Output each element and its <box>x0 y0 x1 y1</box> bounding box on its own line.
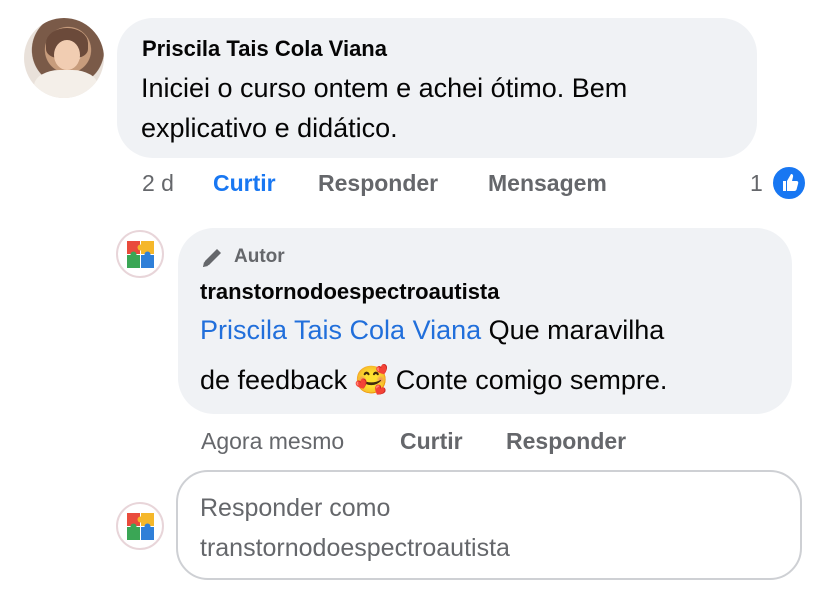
avatar-dress <box>34 70 98 98</box>
reply-text-part: Que maravilha <box>481 315 665 345</box>
author-badge-label: Autor <box>234 246 285 267</box>
puzzle-logo-icon <box>127 513 154 540</box>
reply-like-button[interactable]: Curtir <box>400 428 463 455</box>
page-avatar[interactable] <box>116 230 164 278</box>
reply-input-placeholder[interactable]: Responder como transtornodoespectroautis… <box>200 488 760 568</box>
comment-time[interactable]: 2 d <box>142 170 174 197</box>
compose-avatar <box>116 502 164 550</box>
placeholder-line2: transtornodoespectroautista <box>200 534 510 562</box>
pencil-icon <box>200 246 228 270</box>
like-icon[interactable] <box>771 165 807 201</box>
puzzle-logo-icon <box>127 241 154 268</box>
commenter-name[interactable]: Priscila Tais Cola Viana <box>142 36 387 62</box>
avatar-face <box>54 40 80 70</box>
commenter-avatar[interactable] <box>24 18 104 98</box>
comment-message-button[interactable]: Mensagem <box>488 170 607 197</box>
reply-time[interactable]: Agora mesmo <box>201 428 344 455</box>
thumbs-up-glyph <box>783 174 799 191</box>
comment-like-button[interactable]: Curtir <box>213 170 276 197</box>
placeholder-line1: Responder como <box>200 494 391 522</box>
reply-text-line1: Priscila Tais Cola Viana Que maravilha <box>200 310 780 350</box>
smiling-face-with-hearts-emoji: 🥰 <box>354 365 389 395</box>
reply-author-name[interactable]: transtornodoespectroautista <box>200 279 500 305</box>
reaction-count[interactable]: 1 <box>750 170 763 197</box>
reply-text-part: de feedback <box>200 365 355 395</box>
reply-text-part: Conte comigo sempre. <box>388 365 668 395</box>
reply-reply-button[interactable]: Responder <box>506 428 626 455</box>
comment-text: Iniciei o curso ontem e achei ótimo. Bem… <box>141 73 628 143</box>
reply-text-line2: de feedback 🥰 Conte comigo sempre. <box>200 360 780 400</box>
mention-link[interactable]: Priscila Tais Cola Viana <box>200 315 481 345</box>
comment-reply-button[interactable]: Responder <box>318 170 438 197</box>
